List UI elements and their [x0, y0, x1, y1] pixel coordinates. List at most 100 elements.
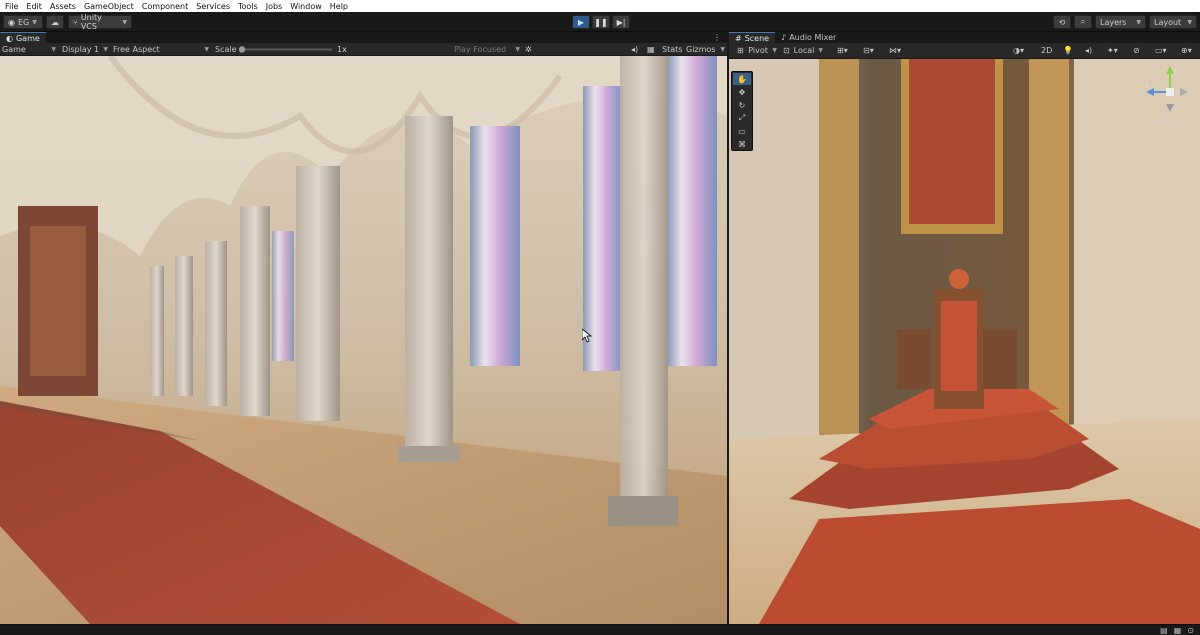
- local-dropdown[interactable]: ⊡ Local ▼: [783, 45, 823, 56]
- menu-assets[interactable]: Assets: [50, 2, 76, 11]
- rotate-icon: ↻: [738, 100, 746, 110]
- scale-value: 1x: [337, 45, 347, 54]
- shading-icon: ◑▾: [1013, 46, 1024, 55]
- chevron-down-icon: ▼: [51, 46, 56, 53]
- shading-mode-button[interactable]: ◑▾: [1013, 45, 1024, 56]
- rotate-tool[interactable]: ↻: [733, 99, 751, 111]
- scale-slider-track: [238, 46, 332, 53]
- scene-tools-palette: ✋ ✥ ↻ ⤢ ▭ ⌘: [731, 71, 753, 151]
- snap-increment-button[interactable]: ⊟▾: [863, 45, 874, 56]
- stats-button[interactable]: Stats: [662, 44, 682, 55]
- speaker-icon: ◂): [631, 45, 639, 54]
- game-mode-dropdown[interactable]: Game ▼: [2, 44, 56, 55]
- layout-dropdown[interactable]: Layout ▼: [1149, 15, 1197, 29]
- effects-dropdown[interactable]: ✦▾: [1107, 45, 1118, 56]
- game-panel: ◐ Game ⋮ Game ▼ Display 1 ▼ Free Aspect …: [0, 32, 727, 56]
- gizmos-scene-dropdown[interactable]: ⊕▾: [1181, 45, 1192, 56]
- menu-help[interactable]: Help: [330, 2, 348, 11]
- move-tool[interactable]: ✥: [733, 86, 751, 98]
- vcs-button[interactable]: ⑂ Unity VCS ▼: [68, 13, 132, 31]
- game-view[interactable]: [0, 56, 727, 624]
- chevron-down-icon: ▼: [204, 46, 209, 53]
- gizmo-z-label: z: [1145, 82, 1149, 90]
- menu-file[interactable]: File: [5, 2, 18, 11]
- search-icon: ⌕: [1080, 17, 1086, 26]
- history-button[interactable]: ⟲: [1053, 15, 1071, 29]
- layers-dropdown[interactable]: Layers ▼: [1095, 15, 1146, 29]
- speaker-icon: ◂): [1085, 46, 1093, 55]
- grid-snap-button[interactable]: ⊞▾: [837, 45, 848, 56]
- visibility-toggle[interactable]: ⊘: [1133, 45, 1140, 56]
- menu-window[interactable]: Window: [290, 2, 322, 11]
- tab-audio-mixer-label: Audio Mixer: [789, 33, 837, 42]
- move-icon: ✥: [738, 87, 746, 97]
- account-button[interactable]: ◉ EG ▼: [3, 15, 43, 29]
- rect-tool[interactable]: ▭: [733, 125, 751, 137]
- step-button[interactable]: ▶|: [612, 15, 630, 29]
- scene-view[interactable]: [729, 59, 1200, 624]
- chevron-down-icon: ▼: [32, 18, 37, 26]
- scale-slider[interactable]: [238, 44, 334, 55]
- tab-scene-label: Scene: [744, 33, 770, 43]
- chevron-down-icon: ▼: [720, 46, 725, 53]
- audio-toggle[interactable]: ◂): [631, 44, 638, 55]
- tab-audio-mixer[interactable]: ♪ Audio Mixer: [775, 32, 842, 43]
- persp-label[interactable]: < Persp: [1152, 119, 1183, 128]
- grid-icon: ▦: [647, 45, 655, 54]
- menu-edit[interactable]: Edit: [26, 2, 42, 11]
- camera-dropdown[interactable]: ▭▾: [1155, 45, 1167, 56]
- status-bar: ▤ ▦ ⊙: [0, 624, 1200, 635]
- pivot-icon: ⊞: [737, 46, 744, 55]
- menu-services[interactable]: Services: [196, 2, 230, 11]
- pivot-dropdown[interactable]: ⊞ Pivot ▼: [737, 45, 777, 56]
- menu-tools[interactable]: Tools: [238, 2, 258, 11]
- display-dropdown[interactable]: Display 1 ▼: [62, 44, 108, 55]
- game-panel-tabs: ◐ Game ⋮: [0, 32, 727, 43]
- collab-icon[interactable]: ⊙: [1187, 626, 1194, 635]
- light-bulb-icon: 💡: [1063, 46, 1073, 55]
- menu-jobs[interactable]: Jobs: [266, 2, 283, 11]
- main-toolbar: ◉ EG ▼ ☁ ⑂ Unity VCS ▼ ▶ ❚❚ ▶| ⟲ ⌕ Layer…: [0, 12, 1200, 32]
- menu-component[interactable]: Component: [142, 2, 188, 11]
- step-icon: ▶|: [616, 17, 626, 27]
- game-mode-label: Game: [2, 45, 26, 54]
- play-focused-label: Play Focused: [454, 45, 507, 54]
- scale-tool[interactable]: ⤢: [733, 112, 751, 124]
- lighting-toggle[interactable]: 💡: [1063, 45, 1073, 56]
- camera-icon: ▭▾: [1155, 46, 1167, 55]
- tab-game[interactable]: ◐ Game: [0, 32, 46, 43]
- transform-tool[interactable]: ⌘: [733, 138, 751, 150]
- tab-scene[interactable]: # Scene: [729, 32, 776, 43]
- mute-button[interactable]: ✲: [525, 44, 532, 55]
- effects-icon: ✦▾: [1107, 46, 1118, 55]
- snap-icon: ⊟▾: [863, 46, 874, 55]
- history-icon: ⟲: [1058, 17, 1066, 27]
- display-label: Display 1: [62, 45, 100, 54]
- view-2d-toggle[interactable]: 2D: [1041, 45, 1052, 56]
- grid-toggle[interactable]: ▦: [647, 44, 655, 55]
- account-label: EG: [17, 17, 30, 27]
- branch-icon: ⑂: [73, 17, 78, 27]
- cloud-button[interactable]: ☁: [46, 15, 64, 29]
- aspect-label: Free Aspect: [113, 45, 160, 54]
- chevron-down-icon: ▼: [1136, 18, 1141, 26]
- menu-gameobject[interactable]: GameObject: [84, 2, 134, 11]
- audio-scene-toggle[interactable]: ◂): [1085, 45, 1092, 56]
- pause-button[interactable]: ❚❚: [592, 15, 610, 29]
- hand-tool[interactable]: ✋: [733, 73, 751, 85]
- play-focused-dropdown[interactable]: Play Focused ▼: [454, 44, 520, 55]
- play-button[interactable]: ▶: [572, 15, 590, 29]
- gizmos-dropdown[interactable]: Gizmos ▼: [686, 44, 725, 55]
- aspect-dropdown[interactable]: Free Aspect ▼: [113, 44, 209, 55]
- menu-bar: File Edit Assets GameObject Component Service…: [0, 0, 1200, 12]
- search-button[interactable]: ⌕: [1074, 15, 1092, 29]
- grid-snap-icon: ⊞▾: [837, 46, 848, 55]
- game-panel-menu-icon[interactable]: ⋮: [707, 32, 727, 43]
- chevron-down-icon: ▼: [772, 47, 777, 54]
- chevron-down-icon: ▼: [1187, 18, 1192, 26]
- notification-icon[interactable]: ▤: [1160, 626, 1168, 635]
- chevron-down-icon: ▼: [122, 18, 127, 26]
- layout-label: Layout: [1154, 17, 1182, 27]
- progress-icon[interactable]: ▦: [1174, 626, 1182, 635]
- vertex-snap-button[interactable]: ⋈▾: [889, 45, 901, 56]
